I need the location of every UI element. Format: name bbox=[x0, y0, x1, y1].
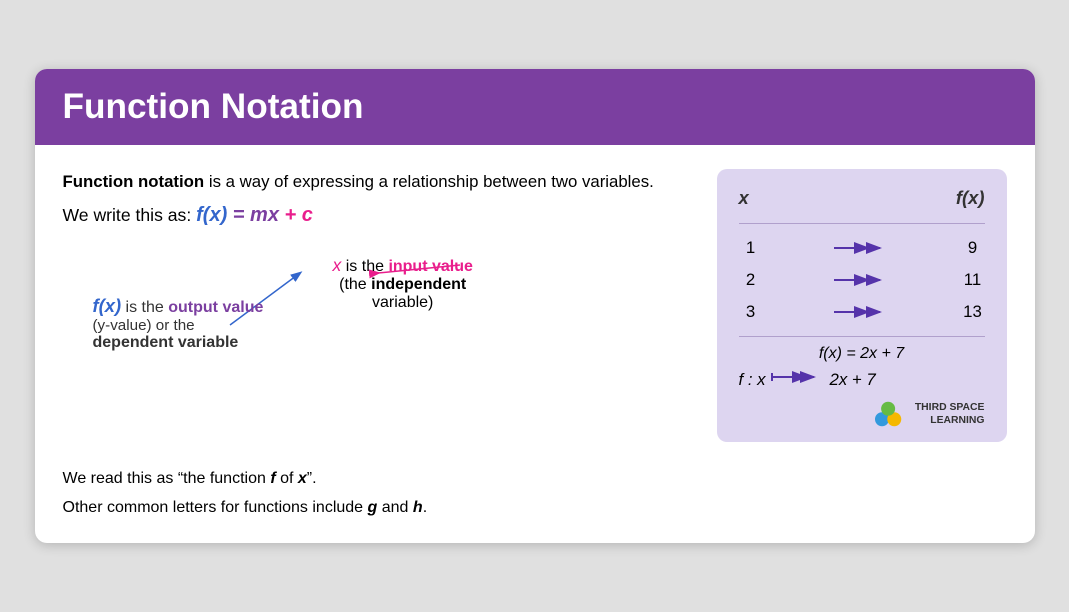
table-header: x f(x) bbox=[739, 187, 985, 215]
formula-prefix: We write this as: bbox=[63, 205, 197, 225]
read-of: of bbox=[276, 470, 298, 487]
row3-fx: 13 bbox=[961, 302, 985, 322]
row2-x: 2 bbox=[739, 270, 763, 290]
row1-x: 1 bbox=[739, 238, 763, 258]
logo-area: THIRD SPACE LEARNING bbox=[739, 400, 985, 428]
output-fx: f(x) bbox=[93, 295, 122, 316]
logo-line2: LEARNING bbox=[915, 414, 985, 428]
input-paren: (the independent bbox=[333, 276, 473, 294]
output-annotation: f(x) is the output value (y-value) or th… bbox=[93, 295, 264, 352]
right-column: x f(x) 1 bbox=[717, 169, 1007, 522]
row2-fx: 11 bbox=[961, 270, 985, 290]
input-is: is the bbox=[341, 258, 388, 275]
left-column: Function notation is a way of expressing… bbox=[63, 169, 697, 522]
function-table: x f(x) 1 bbox=[717, 169, 1007, 442]
table-row: 3 13 bbox=[739, 296, 985, 328]
col-fx-header: f(x) bbox=[956, 187, 985, 209]
output-is: is the bbox=[121, 299, 168, 316]
mapping-arrow-icon bbox=[770, 369, 826, 390]
table-formula: f(x) = 2x + 7 bbox=[739, 345, 985, 363]
page-title: Function Notation bbox=[63, 87, 1007, 127]
row3-x: 3 bbox=[739, 302, 763, 322]
content-area: Function notation is a way of expressing… bbox=[35, 145, 1035, 542]
other-g: g bbox=[368, 499, 378, 516]
mapping-row: f : x bbox=[739, 369, 985, 390]
row1-arrow bbox=[763, 238, 961, 258]
intro-strong: Function notation bbox=[63, 172, 205, 191]
row2-arrow bbox=[763, 270, 961, 290]
intro-rest: is a way of expressing a relationship be… bbox=[204, 172, 654, 191]
logo-icon bbox=[871, 400, 907, 428]
input-annotation: x is the input value (the independent va… bbox=[333, 255, 473, 312]
table-row: 2 11 bbox=[739, 264, 985, 296]
intro-paragraph: Function notation is a way of expressing… bbox=[63, 169, 697, 196]
input-word: input value bbox=[388, 258, 472, 275]
other-suffix: . bbox=[423, 499, 427, 516]
mapping-right: 2x + 7 bbox=[830, 370, 876, 390]
annotations-area: f(x) is the output value (y-value) or th… bbox=[63, 235, 697, 455]
bottom-text: We read this as “the function f of x”. O… bbox=[63, 465, 697, 523]
formula-line: We write this as: f(x) = mx + c bbox=[63, 204, 697, 227]
logo-text: THIRD SPACE LEARNING bbox=[915, 401, 985, 428]
other-and: and bbox=[377, 499, 413, 516]
read-as-line: We read this as “the function f of x”. bbox=[63, 465, 697, 494]
read-prefix: We read this as “the function bbox=[63, 470, 271, 487]
row1-fx: 9 bbox=[961, 238, 985, 258]
formula-display: f(x) = mx + c bbox=[196, 204, 313, 226]
header-section: Function Notation bbox=[35, 69, 1035, 145]
input-var: variable) bbox=[333, 294, 473, 312]
table-row: 1 9 bbox=[739, 232, 985, 264]
other-h: h bbox=[413, 499, 423, 516]
output-sub: (y-value) or the bbox=[93, 317, 264, 334]
main-card: Function Notation Function notation is a… bbox=[35, 69, 1035, 542]
read-suffix: ”. bbox=[307, 470, 317, 487]
row3-arrow bbox=[763, 302, 961, 322]
col-x-header: x bbox=[739, 187, 749, 209]
output-dep: dependent variable bbox=[93, 334, 239, 351]
output-word: output value bbox=[168, 299, 263, 316]
other-letters-line: Other common letters for functions inclu… bbox=[63, 494, 697, 523]
formula-italic: f(x) = 2x + 7 bbox=[819, 345, 904, 362]
mapping-left: f : x bbox=[739, 370, 766, 390]
input-x: x bbox=[333, 255, 342, 275]
read-x: x bbox=[298, 470, 307, 487]
logo-line1: THIRD SPACE bbox=[915, 401, 985, 415]
other-prefix: Other common letters for functions inclu… bbox=[63, 499, 368, 516]
